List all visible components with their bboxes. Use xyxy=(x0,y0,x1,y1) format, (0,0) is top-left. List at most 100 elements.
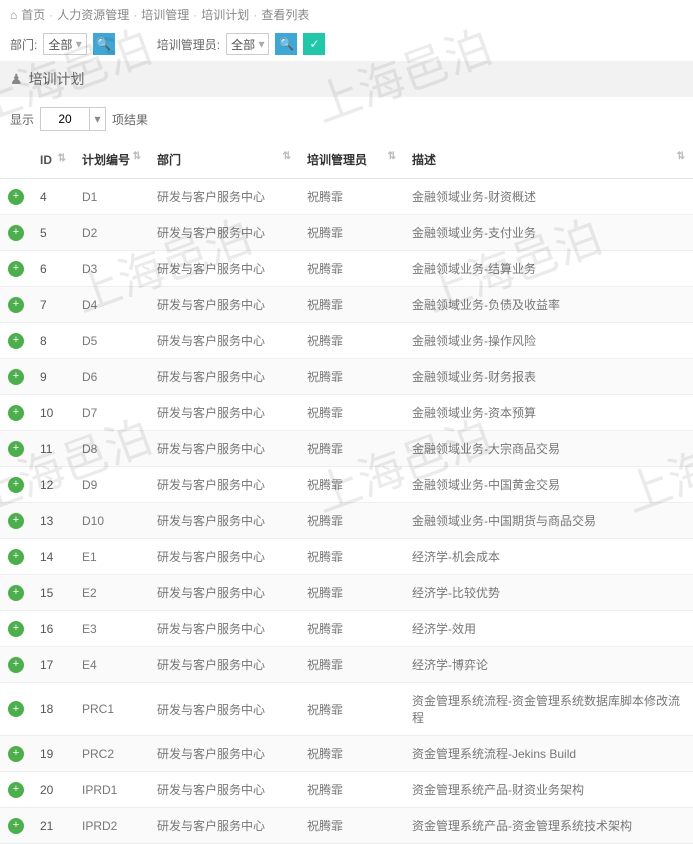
cell-plan: D3 xyxy=(74,251,149,287)
cell-dept: 研发与客户服务中心 xyxy=(149,647,299,683)
expand-button[interactable]: + xyxy=(8,746,24,762)
cell-plan: PRC2 xyxy=(74,736,149,772)
expand-button[interactable]: + xyxy=(8,549,24,565)
table-row: +21IPRD2研发与客户服务中心祝腾霏资金管理系统产品-资金管理系统技术架构 xyxy=(0,808,693,844)
expand-button[interactable]: + xyxy=(8,818,24,834)
crumb-home[interactable]: 首页 xyxy=(21,6,45,23)
table-row: +12D9研发与客户服务中心祝腾霏金融领域业务-中国黄金交易 xyxy=(0,467,693,503)
cell-plan: PRC1 xyxy=(74,683,149,736)
th-desc[interactable]: 描述⇅ xyxy=(404,141,693,179)
results-label: 项结果 xyxy=(112,111,148,128)
cell-dept: 研发与客户服务中心 xyxy=(149,395,299,431)
expand-button[interactable]: + xyxy=(8,513,24,529)
cell-desc: 经济学-比较优势 xyxy=(404,575,693,611)
cell-dept: 研发与客户服务中心 xyxy=(149,467,299,503)
table-row: +20IPRD1研发与客户服务中心祝腾霏资金管理系统产品-财资业务架构 xyxy=(0,772,693,808)
cell-dept: 研发与客户服务中心 xyxy=(149,683,299,736)
cell-dept: 研发与客户服务中心 xyxy=(149,215,299,251)
cell-plan: E2 xyxy=(74,575,149,611)
table-row: +16E3研发与客户服务中心祝腾霏经济学-效用 xyxy=(0,611,693,647)
expand-button[interactable]: + xyxy=(8,441,24,457)
sort-icon: ⇅ xyxy=(388,151,396,162)
expand-button[interactable]: + xyxy=(8,261,24,277)
table-row: +4D1研发与客户服务中心祝腾霏金融领域业务-财资概述 xyxy=(0,179,693,215)
plan-table: ID⇅ 计划编号⇅ 部门⇅ 培训管理员⇅ 描述⇅ +4D1研发与客户服务中心祝腾… xyxy=(0,141,693,844)
expand-button[interactable]: + xyxy=(8,333,24,349)
panel-title: 培训计划 xyxy=(29,69,85,89)
cell-desc: 资金管理系统流程-资金管理系统数据库脚本修改流程 xyxy=(404,683,693,736)
page-size-dropdown[interactable]: ▾ xyxy=(90,107,106,131)
expand-button[interactable]: + xyxy=(8,701,24,717)
cell-desc: 经济学-博弈论 xyxy=(404,647,693,683)
cell-plan: D6 xyxy=(74,359,149,395)
cell-desc: 金融领域业务-支付业务 xyxy=(404,215,693,251)
filter1-select[interactable]: 全部 ▾ xyxy=(43,33,86,55)
cell-dept: 研发与客户服务中心 xyxy=(149,736,299,772)
chevron-down-icon: ▾ xyxy=(258,37,264,51)
expand-button[interactable]: + xyxy=(8,621,24,637)
table-row: +18PRC1研发与客户服务中心祝腾霏资金管理系统流程-资金管理系统数据库脚本修… xyxy=(0,683,693,736)
cell-plan: D8 xyxy=(74,431,149,467)
cell-mgr: 祝腾霏 xyxy=(299,611,404,647)
cell-desc: 资金管理系统产品-资金管理系统技术架构 xyxy=(404,808,693,844)
expand-button[interactable]: + xyxy=(8,585,24,601)
expand-button[interactable]: + xyxy=(8,297,24,313)
cell-desc: 经济学-机会成本 xyxy=(404,539,693,575)
search-icon: 🔍 xyxy=(96,37,111,51)
expand-button[interactable]: + xyxy=(8,369,24,385)
cell-plan: D4 xyxy=(74,287,149,323)
cell-mgr: 祝腾霏 xyxy=(299,503,404,539)
expand-button[interactable]: + xyxy=(8,657,24,673)
expand-button[interactable]: + xyxy=(8,477,24,493)
sort-icon: ⇅ xyxy=(283,151,291,162)
filter2-confirm-button[interactable]: ✓ xyxy=(303,33,325,55)
cell-mgr: 祝腾霏 xyxy=(299,736,404,772)
cell-mgr: 祝腾霏 xyxy=(299,323,404,359)
expand-button[interactable]: + xyxy=(8,782,24,798)
filter2-select[interactable]: 全部 ▾ xyxy=(226,33,269,55)
expand-button[interactable]: + xyxy=(8,405,24,421)
crumb-current: 查看列表 xyxy=(261,6,309,23)
cell-mgr: 祝腾霏 xyxy=(299,359,404,395)
cell-id: 14 xyxy=(32,539,74,575)
cell-desc: 资金管理系统流程-Jekins Build xyxy=(404,736,693,772)
cell-id: 15 xyxy=(32,575,74,611)
crumb-plan[interactable]: 培训计划 xyxy=(201,6,249,23)
expand-button[interactable]: + xyxy=(8,189,24,205)
cell-mgr: 祝腾霏 xyxy=(299,395,404,431)
expand-button[interactable]: + xyxy=(8,225,24,241)
cell-mgr: 祝腾霏 xyxy=(299,251,404,287)
page-size-input[interactable] xyxy=(40,107,90,131)
cell-dept: 研发与客户服务中心 xyxy=(149,611,299,647)
cell-desc: 金融领域业务-结算业务 xyxy=(404,251,693,287)
th-mgr[interactable]: 培训管理员⇅ xyxy=(299,141,404,179)
table-row: +9D6研发与客户服务中心祝腾霏金融领域业务-财务报表 xyxy=(0,359,693,395)
filter1-search-button[interactable]: 🔍 xyxy=(93,33,115,55)
show-label: 显示 xyxy=(10,111,34,128)
cell-id: 16 xyxy=(32,611,74,647)
cell-desc: 金融领域业务-操作风险 xyxy=(404,323,693,359)
cell-id: 4 xyxy=(32,179,74,215)
filter1-label: 部门: xyxy=(10,36,37,53)
cell-plan: D5 xyxy=(74,323,149,359)
cell-id: 19 xyxy=(32,736,74,772)
crumb-train[interactable]: 培训管理 xyxy=(141,6,189,23)
cell-plan: IPRD2 xyxy=(74,808,149,844)
table-row: +15E2研发与客户服务中心祝腾霏经济学-比较优势 xyxy=(0,575,693,611)
table-row: +8D5研发与客户服务中心祝腾霏金融领域业务-操作风险 xyxy=(0,323,693,359)
cell-plan: D9 xyxy=(74,467,149,503)
filter2-search-button[interactable]: 🔍 xyxy=(275,33,297,55)
breadcrumb: ⌂ 首页· 人力资源管理· 培训管理· 培训计划· 查看列表 xyxy=(0,0,693,29)
cell-dept: 研发与客户服务中心 xyxy=(149,323,299,359)
cell-id: 21 xyxy=(32,808,74,844)
cell-dept: 研发与客户服务中心 xyxy=(149,359,299,395)
cell-plan: E1 xyxy=(74,539,149,575)
crumb-hr[interactable]: 人力资源管理 xyxy=(57,6,129,23)
th-id[interactable]: ID⇅ xyxy=(32,141,74,179)
th-plan[interactable]: 计划编号⇅ xyxy=(74,141,149,179)
cell-desc: 金融领域业务-财资概述 xyxy=(404,179,693,215)
th-dept[interactable]: 部门⇅ xyxy=(149,141,299,179)
cell-dept: 研发与客户服务中心 xyxy=(149,251,299,287)
cell-id: 5 xyxy=(32,215,74,251)
cell-id: 7 xyxy=(32,287,74,323)
